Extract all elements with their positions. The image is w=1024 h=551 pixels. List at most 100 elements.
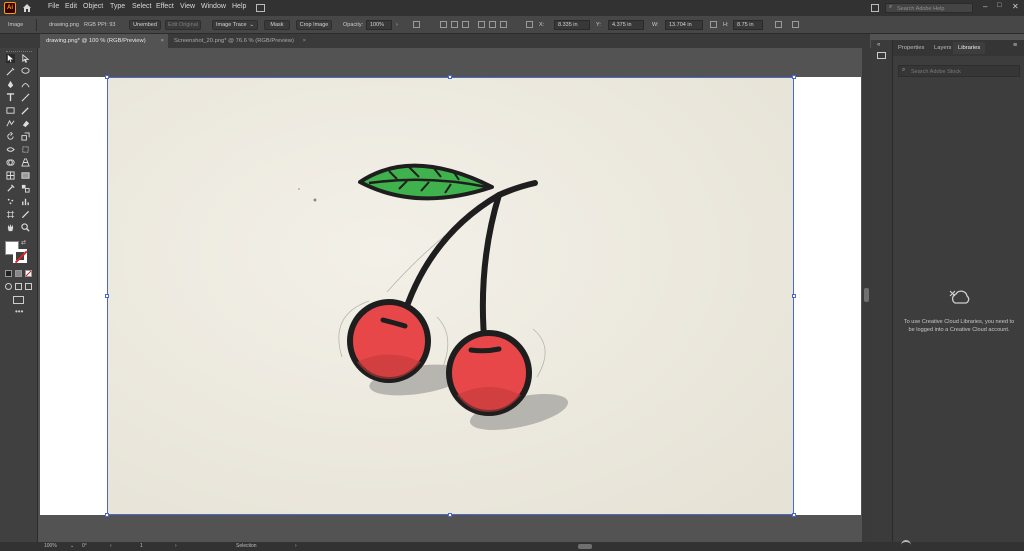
tab-properties[interactable]: Properties — [893, 42, 929, 54]
chevron-right-icon[interactable]: › — [396, 22, 398, 28]
screen-mode-icon[interactable] — [13, 296, 24, 304]
eyedropper-tool-icon[interactable] — [6, 184, 15, 193]
rotation-value[interactable]: 0° — [82, 543, 87, 549]
edit-toolbar-icon[interactable]: ••• — [15, 308, 23, 316]
filename-link[interactable]: drawing.png — [49, 22, 79, 28]
menu-effect[interactable]: Effect — [156, 3, 174, 10]
close-tab-icon[interactable]: × — [303, 34, 306, 48]
free-transform-tool-icon[interactable] — [21, 145, 30, 154]
line-tool-icon[interactable] — [21, 93, 30, 102]
draw-normal-icon[interactable] — [5, 283, 12, 290]
perspective-grid-tool-icon[interactable] — [21, 158, 30, 167]
tab-drawing[interactable]: drawing.png* @ 100 % (RGB/Preview) × — [40, 34, 168, 48]
close-button[interactable]: ✕ — [1012, 2, 1019, 11]
workspace-switcher-icon[interactable] — [256, 4, 265, 12]
selection-tool-icon[interactable] — [6, 54, 15, 63]
align-left-icon[interactable] — [440, 21, 447, 28]
resize-handle[interactable] — [448, 75, 452, 79]
menu-select[interactable]: Select — [132, 3, 151, 10]
x-field[interactable]: 8.335 in — [554, 20, 590, 30]
reference-point-icon[interactable] — [526, 21, 533, 28]
edit-original-button[interactable]: Edit Original — [165, 20, 201, 30]
arrange-documents-icon[interactable] — [871, 4, 879, 12]
home-icon[interactable] — [22, 3, 32, 13]
direct-selection-tool-icon[interactable] — [21, 54, 30, 63]
resize-handle[interactable] — [105, 513, 109, 517]
constrain-proportions-icon[interactable] — [710, 21, 717, 28]
vertical-scrollbar[interactable] — [862, 48, 871, 542]
gradient-button[interactable] — [15, 270, 22, 277]
shaper-tool-icon[interactable] — [6, 119, 15, 128]
expand-icon[interactable]: › — [295, 543, 297, 549]
properties-panel-icon[interactable] — [877, 52, 886, 59]
w-field[interactable]: 13.704 in — [665, 20, 703, 30]
menu-object[interactable]: Object — [83, 3, 103, 10]
resize-handle[interactable] — [792, 513, 796, 517]
panel-menu-icon[interactable] — [792, 21, 799, 28]
mesh-tool-icon[interactable] — [6, 171, 15, 180]
column-graph-tool-icon[interactable] — [21, 197, 30, 206]
type-tool-icon[interactable] — [6, 93, 15, 102]
menu-file[interactable]: File — [48, 3, 59, 10]
mask-button[interactable]: Mask — [264, 20, 290, 30]
horizontal-scrollbar[interactable] — [300, 544, 860, 549]
rectangle-tool-icon[interactable] — [6, 106, 15, 115]
creative-cloud-status-icon[interactable] — [901, 540, 911, 546]
tab-libraries[interactable]: Libraries — [953, 42, 986, 54]
chevron-down-icon[interactable]: ⌄ — [70, 543, 74, 549]
hand-tool-icon[interactable] — [6, 223, 15, 232]
magic-wand-tool-icon[interactable] — [6, 67, 15, 76]
draw-inside-icon[interactable] — [25, 283, 32, 290]
search-box[interactable]: ⌕ Search Adobe Help — [885, 3, 973, 13]
artboard-number[interactable]: 1 — [140, 543, 143, 549]
crop-image-button[interactable]: Crop Image — [296, 20, 332, 30]
artboard-tool-icon[interactable] — [6, 210, 15, 219]
image-trace-button[interactable]: Image Trace ⌄ — [212, 20, 258, 30]
pen-tool-icon[interactable] — [6, 80, 15, 89]
resize-handle[interactable] — [792, 294, 796, 298]
maximize-button[interactable]: □ — [997, 2, 1001, 9]
swap-fill-stroke-icon[interactable]: ⇄ — [21, 239, 26, 246]
next-artboard-icon[interactable]: › — [175, 543, 177, 549]
width-tool-icon[interactable] — [6, 145, 15, 154]
resize-handle[interactable] — [105, 75, 109, 79]
align-top-icon[interactable] — [478, 21, 485, 28]
h-field[interactable]: 8.75 in — [733, 20, 763, 30]
scale-tool-icon[interactable] — [21, 132, 30, 141]
panel-menu-icon[interactable]: ≡ — [1013, 42, 1017, 49]
symbol-sprayer-tool-icon[interactable] — [6, 197, 15, 206]
draw-behind-icon[interactable] — [15, 283, 22, 290]
none-button[interactable] — [25, 270, 32, 277]
resize-handle[interactable] — [105, 294, 109, 298]
close-tab-icon[interactable]: × — [161, 34, 164, 48]
blend-tool-icon[interactable] — [21, 184, 30, 193]
selection-bounding-box[interactable] — [107, 77, 794, 515]
previous-artboard-icon[interactable]: ‹ — [110, 543, 112, 549]
gradient-tool-icon[interactable] — [21, 171, 30, 180]
paintbrush-tool-icon[interactable] — [21, 106, 30, 115]
align-right-icon[interactable] — [462, 21, 469, 28]
color-button[interactable] — [5, 270, 12, 277]
align-bottom-icon[interactable] — [500, 21, 507, 28]
tools-panel-grip[interactable] — [6, 51, 32, 53]
lasso-tool-icon[interactable] — [21, 67, 30, 76]
menu-type[interactable]: Type — [110, 3, 125, 10]
embed-button[interactable]: Unembed — [129, 20, 161, 30]
align-center-icon[interactable] — [451, 21, 458, 28]
resize-handle[interactable] — [792, 75, 796, 79]
scrollbar-thumb[interactable] — [578, 544, 592, 549]
eraser-tool-icon[interactable] — [21, 119, 30, 128]
collapse-panels-icon[interactable]: « — [877, 42, 880, 48]
menu-help[interactable]: Help — [232, 3, 246, 10]
opacity-field[interactable]: 100% — [366, 20, 392, 30]
fill-stroke-widget[interactable]: ⇄ — [5, 239, 33, 267]
recolor-icon[interactable] — [413, 21, 420, 28]
zoom-level[interactable]: 100% — [44, 543, 57, 549]
shape-builder-tool-icon[interactable] — [6, 158, 15, 167]
tab-screenshot[interactable]: Screenshot_20.png* @ 76.6 % (RGB/Preview… — [168, 34, 310, 48]
transform-icon[interactable] — [775, 21, 782, 28]
align-middle-icon[interactable] — [489, 21, 496, 28]
curvature-tool-icon[interactable] — [21, 80, 30, 89]
menu-window[interactable]: Window — [201, 3, 226, 10]
resize-handle[interactable] — [448, 513, 452, 517]
